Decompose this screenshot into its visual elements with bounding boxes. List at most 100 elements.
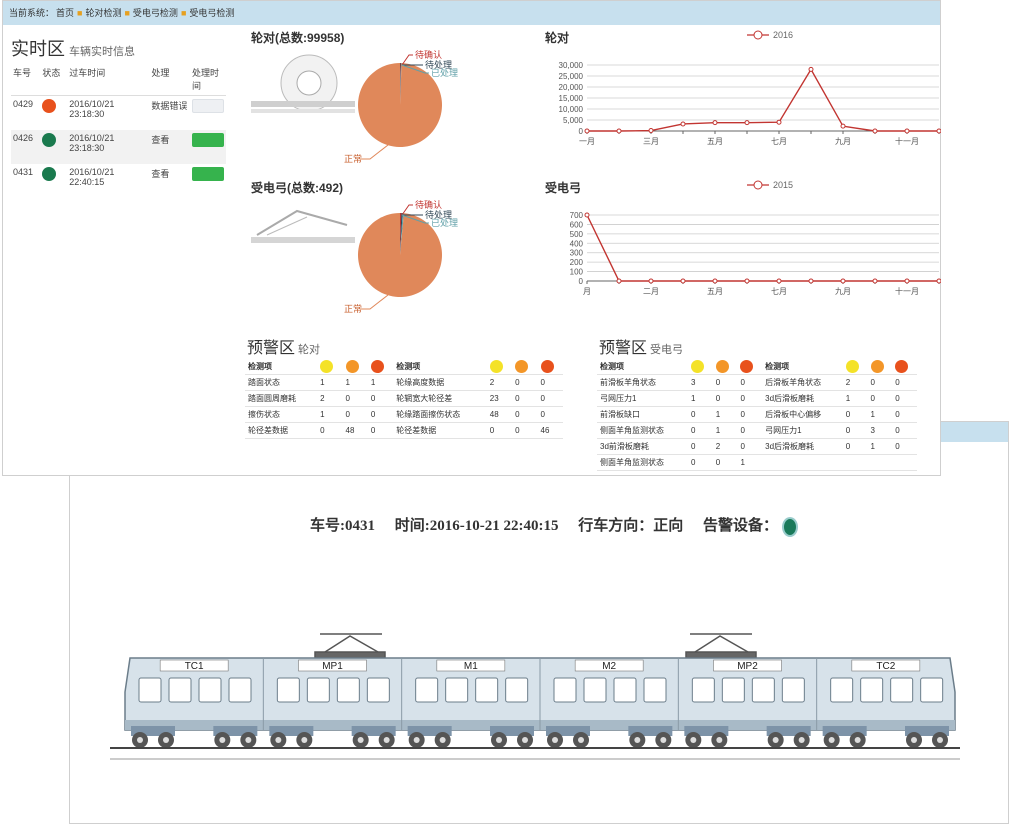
data-point[interactable] [584,212,590,218]
data-point[interactable] [872,128,878,134]
breadcrumb-wheel[interactable]: 轮对检测 [85,8,121,18]
level-count: 1 [342,374,368,391]
data-point[interactable] [776,278,782,284]
window [198,677,222,703]
check-item: 轮缘踏面擦伤状态 [393,406,487,423]
monitor-panel: 当前系统： 首页 ■ 轮对检测 ■ 受电弓检测 ■ 受电弓检测 实时区 车辆实时信息 车号 状态… [2,0,941,476]
data-point[interactable] [680,121,686,127]
data-point[interactable] [616,278,622,284]
data-point[interactable] [680,278,686,284]
data-point[interactable] [744,278,750,284]
pie-slice[interactable] [357,63,442,147]
level-count: 3 [867,422,893,439]
check-item: 轮径差数据 [245,422,318,439]
warn-wheel-title: 预警区 轮对 [247,340,321,357]
x-tick-label: 五月 [707,287,723,296]
pass-time: 23:18:30 [69,109,105,119]
check-item: 3d前滑板磨耗 [597,438,689,455]
table-row[interactable]: 踏面圆周磨耗 2 0 0 轮辋宽大轮径差 23 0 0 [245,390,563,407]
y-tick-label: 20,000 [559,83,584,92]
table-row[interactable]: 前滑板缺口 0 1 0 后滑板中心偏移 0 1 0 [597,406,917,423]
car-number: 车号:0431 [310,518,375,534]
table-row[interactable]: 0429 2016/10/21 23:18:30 数据错误 [11,96,226,131]
y-tick-label: 5,000 [563,116,584,125]
table-row[interactable]: 弓网压力1 1 0 0 3d后滑板磨耗 1 0 0 [597,390,917,407]
car-number: 0429 [13,99,34,109]
window [553,677,577,703]
table-row[interactable]: 前滑板羊角状态 3 0 0 后滑板羊角状态 2 0 0 [597,374,917,391]
col-car: 车号 [11,63,41,96]
level-count: 1 [317,374,343,391]
table-row[interactable]: 踏面状态 1 1 1 轮缘高度数据 2 0 0 [245,374,563,391]
data-point[interactable] [584,128,590,134]
level-count: 48 [342,422,368,439]
table-row[interactable]: 0431 2016/10/21 22:40:15 查看 [11,164,226,198]
pie-label: 正常 [344,303,362,314]
data-point[interactable] [808,66,814,72]
y-tick-label: 0 [579,277,584,286]
breadcrumb-panto-b[interactable]: 受电弓检测 [189,8,234,18]
data-point[interactable] [776,119,782,125]
pie-slice[interactable] [358,213,442,297]
data-point[interactable] [904,278,910,284]
check-item: 弓网压力1 [762,422,843,439]
pass-time: 23:18:30 [69,143,105,153]
level-count: 0 [867,390,893,407]
level-count: 0 [892,422,917,439]
table-row[interactable]: 擦伤状态 1 0 0 轮缘踏面擦伤状态 48 0 0 [245,406,563,423]
alarm-label: 告警设备： [703,518,779,534]
data-point[interactable] [712,278,718,284]
window [830,677,854,703]
data-point[interactable] [840,123,846,129]
check-item: 3d后滑板磨耗 [762,438,843,455]
pass-time: 22:40:15 [69,177,105,187]
pantograph-icon [314,633,386,659]
pie-label: 正常 [344,153,362,164]
data-point[interactable] [808,278,814,284]
data-point[interactable] [712,120,718,126]
car-number: 0426 [11,130,41,164]
status-dot-icon [42,167,57,181]
breadcrumb-prefix: 当前系统： [9,8,55,18]
alarm-device-icon[interactable] [782,516,799,537]
y-tick-label: 200 [570,258,584,267]
action-link[interactable]: 数据错误 [149,96,190,131]
check-item: 踏面圆周磨耗 [245,390,318,407]
data-point[interactable] [648,128,654,134]
col-status: 状态 [40,63,68,96]
status-dot-icon [42,99,57,113]
data-point[interactable] [936,128,941,134]
action-link[interactable]: 查看 [149,164,190,198]
window [920,677,944,703]
data-point[interactable] [904,128,910,134]
wheel-line-chart: 2016 0 5,000 10,000 15,000 20,000 25,000 30,000… [559,30,941,146]
level-count: 0 [317,422,343,439]
data-point[interactable] [872,278,878,284]
x-tick-label: 月 [583,287,591,296]
data-point[interactable] [616,128,622,134]
level-count: 0 [892,390,917,407]
data-point[interactable] [648,278,654,284]
level-count: 23 [486,390,513,407]
table-row[interactable]: 3d前滑板磨耗 0 2 0 3d后滑板磨耗 0 1 0 [597,438,917,455]
data-point[interactable] [936,278,941,284]
table-row[interactable]: 侧面羊角监测状态 0 1 0 弓网压力1 0 3 0 [597,422,917,439]
level-3-icon [370,360,384,373]
series-line [586,214,939,282]
data-point[interactable] [840,278,846,284]
col-item: 检测项 [597,359,689,375]
window [583,677,607,703]
action-link[interactable]: 查看 [149,130,190,164]
check-item: 轮辋宽大轮径差 [393,390,487,407]
table-row[interactable]: 侧面羊角监测状态 0 0 1 [597,454,917,471]
y-tick-label: 10,000 [559,105,584,114]
car-label: TC1 [185,661,204,672]
table-row[interactable]: 轮径差数据 0 48 0 轮径差数据 0 0 46 [245,422,563,439]
data-point[interactable] [744,120,750,126]
window [138,677,162,703]
window [691,677,715,703]
table-row[interactable]: 0426 2016/10/21 23:18:30 查看 [11,130,226,164]
breadcrumb-home[interactable]: 首页 [56,8,74,18]
series-line [587,68,939,132]
breadcrumb-panto-a[interactable]: 受电弓检测 [133,8,178,18]
